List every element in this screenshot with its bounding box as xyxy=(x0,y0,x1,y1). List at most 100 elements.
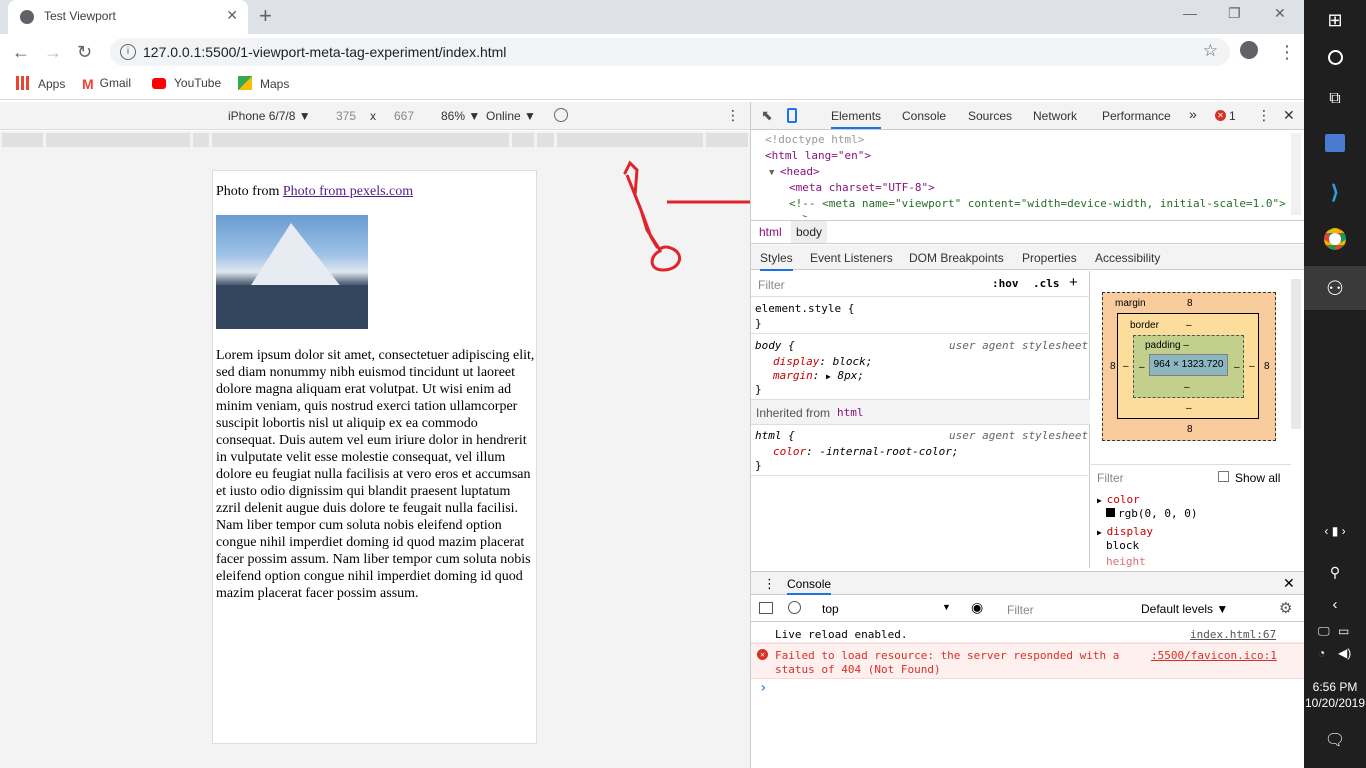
profile-icon[interactable] xyxy=(1240,41,1258,59)
devtools-close-icon[interactable]: ✕ xyxy=(1283,107,1295,124)
tab-network[interactable]: Network xyxy=(1033,109,1077,123)
subtab-accessibility[interactable]: Accessibility xyxy=(1095,251,1160,265)
more-tabs-button[interactable]: » xyxy=(1189,106,1197,122)
bookmark-maps[interactable]: Maps xyxy=(238,76,289,91)
address-bar[interactable]: i 127.0.0.1:5500/1-viewport-meta-tag-exp… xyxy=(110,38,1230,66)
window-close-button[interactable]: ✕ xyxy=(1274,5,1286,22)
clock-time[interactable]: 6:56 PM xyxy=(1304,680,1366,694)
box-border[interactable]: border – – – – padding – – – – 964 × 132… xyxy=(1117,313,1259,419)
cls-toggle[interactable]: .cls xyxy=(1033,277,1060,290)
hov-toggle[interactable]: :hov xyxy=(992,277,1019,290)
error-icon[interactable]: ✕ xyxy=(1215,110,1226,121)
subtab-styles[interactable]: Styles xyxy=(760,251,793,271)
computed-color[interactable]: ▶ color xyxy=(1097,493,1140,506)
chrome-icon[interactable] xyxy=(1304,228,1366,255)
box-margin[interactable]: margin 8 8 8 8 border – – – – padding – … xyxy=(1102,292,1276,441)
info-icon[interactable]: i xyxy=(120,44,136,60)
browser-tab[interactable]: Test Viewport ✕ xyxy=(8,0,248,34)
people-icon[interactable]: ⚲ xyxy=(1304,564,1366,581)
dom-scrollbar[interactable] xyxy=(1291,133,1301,215)
dom-meta-charset[interactable]: <meta charset="UTF-8"> xyxy=(789,181,935,194)
close-tab-icon[interactable]: ✕ xyxy=(226,7,238,24)
bookmark-apps[interactable]: Apps xyxy=(16,76,65,91)
search-circle-icon[interactable] xyxy=(1304,50,1366,70)
sidebar-toggle-icon[interactable] xyxy=(759,602,773,614)
box-padding[interactable]: padding – – – – 964 × 1323.720 xyxy=(1133,335,1244,398)
html-selector[interactable]: html { xyxy=(755,429,795,442)
new-rule-button[interactable]: + xyxy=(1069,274,1078,291)
action-center-icon[interactable]: 🗨 xyxy=(1304,730,1366,750)
device-width-field[interactable]: 375 xyxy=(336,109,356,123)
device-select[interactable]: iPhone 6/7/8 ▼ xyxy=(228,109,311,123)
computed-display[interactable]: ▶ display xyxy=(1097,525,1153,538)
dom-html[interactable]: <html lang="en"> xyxy=(765,149,871,162)
drawer-tab-console[interactable]: Console xyxy=(787,577,832,595)
styles-filter-input[interactable]: Filter xyxy=(758,278,785,292)
dom-doctype[interactable]: <!doctype html> xyxy=(765,133,864,146)
dom-head[interactable]: ▼ <head> xyxy=(769,165,820,178)
console-settings-gear-icon[interactable]: ⚙ xyxy=(1279,599,1292,617)
display-declaration[interactable]: display: block; xyxy=(773,355,872,368)
show-hidden-icons-chevron[interactable]: ‹ xyxy=(1304,596,1366,613)
box-content[interactable]: 964 × 1323.720 xyxy=(1149,354,1228,376)
device-height-field[interactable]: 667 xyxy=(394,109,414,123)
url-text[interactable]: 127.0.0.1:5500/1-viewport-meta-tag-exper… xyxy=(143,44,506,60)
task-view-icon[interactable]: ⧉ xyxy=(1304,90,1366,108)
crumb-html[interactable]: html xyxy=(759,225,782,239)
margin-declaration[interactable]: margin: ▶ 8px; xyxy=(773,369,864,382)
subtab-dom-breakpoints[interactable]: DOM Breakpoints xyxy=(909,251,1004,265)
device-menu-kebab-icon[interactable]: ⋮ xyxy=(726,107,740,124)
show-all-checkbox[interactable] xyxy=(1218,471,1229,482)
rotate-icon[interactable] xyxy=(554,108,568,122)
dom-comment-end[interactable]: --> xyxy=(789,211,809,217)
bookmark-gmail[interactable]: M Gmail xyxy=(82,76,131,92)
element-style-rule[interactable]: element.style { xyxy=(755,302,854,315)
source-link[interactable]: index.html:67 xyxy=(1190,628,1276,641)
log-levels-select[interactable]: Default levels ▼ xyxy=(1141,602,1228,616)
body-selector[interactable]: body { xyxy=(755,339,795,352)
restore-button[interactable]: ❐ xyxy=(1228,5,1241,22)
context-dropdown-icon[interactable]: ▼ xyxy=(942,602,951,612)
tab-console[interactable]: Console xyxy=(902,109,946,123)
console-prompt[interactable]: › xyxy=(759,680,767,696)
device-toggle-icon[interactable] xyxy=(787,108,797,123)
network-throttle-select[interactable]: Online ▼ xyxy=(486,109,536,123)
app-active-icon[interactable]: ⚇ xyxy=(1304,276,1366,301)
favicon-source-link[interactable]: :5500/favicon.ico:1 xyxy=(1151,649,1277,662)
context-select[interactable]: top xyxy=(822,602,839,616)
inspect-cursor-icon[interactable]: ⬉ xyxy=(761,107,773,124)
back-arrow-icon[interactable]: ← xyxy=(12,42,30,62)
computed-height[interactable]: height xyxy=(1106,555,1146,567)
subtab-event-listeners[interactable]: Event Listeners xyxy=(810,251,893,265)
console-filter-input[interactable]: Filter xyxy=(1007,603,1034,617)
star-icon[interactable]: ☆ xyxy=(1203,41,1218,61)
minimize-button[interactable]: — xyxy=(1183,5,1197,21)
tab-performance[interactable]: Performance xyxy=(1102,109,1171,123)
forward-arrow-icon[interactable]: → xyxy=(44,42,62,62)
zoom-select[interactable]: 86% ▼ xyxy=(441,109,480,123)
media-query-bar[interactable] xyxy=(0,131,750,149)
battery-icon[interactable]: ▭ xyxy=(1338,624,1349,638)
new-tab-button[interactable]: + xyxy=(259,4,272,28)
devtools-menu-icon[interactable]: ⋮ xyxy=(1257,107,1271,124)
pexels-link[interactable]: Photo from pexels.com xyxy=(283,184,413,199)
computed-scrollbar[interactable] xyxy=(1291,279,1301,429)
tab-sources[interactable]: Sources xyxy=(968,109,1012,123)
drawer-close-icon[interactable]: ✕ xyxy=(1283,575,1295,592)
computed-filter-input[interactable]: Filter xyxy=(1097,471,1124,485)
tray-scroll-arrows[interactable]: ‹ ▮ › xyxy=(1304,524,1366,538)
wifi-icon[interactable]: ◔ xyxy=(1318,646,1325,660)
volume-icon[interactable]: ◀) xyxy=(1338,646,1351,660)
tab-elements[interactable]: Elements xyxy=(831,109,882,129)
dom-comment[interactable]: <!-- <meta name="viewport" content="widt… xyxy=(789,197,1286,210)
drawer-menu-icon[interactable]: ⋮ xyxy=(763,576,776,592)
clock-date[interactable]: 10/20/2019 xyxy=(1304,696,1366,710)
clear-console-icon[interactable] xyxy=(788,601,801,614)
color-declaration[interactable]: color: -internal-root-color; xyxy=(773,445,958,458)
vscode-icon[interactable]: ⟩ xyxy=(1304,180,1366,205)
crumb-body[interactable]: body xyxy=(791,221,828,243)
bookmark-youtube[interactable]: YouTube xyxy=(152,76,221,90)
inherited-html-link[interactable]: html xyxy=(837,406,864,419)
eye-icon[interactable]: ◉ xyxy=(971,599,983,616)
reload-icon[interactable]: ↻ xyxy=(77,42,92,62)
